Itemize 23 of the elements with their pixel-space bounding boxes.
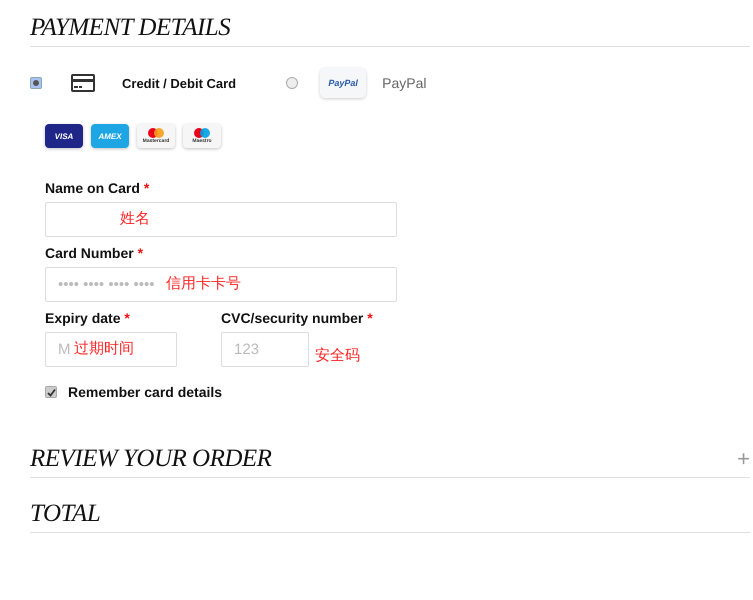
field-label: Name on Card * (45, 180, 150, 196)
annotation-text: 信用卡卡号 (166, 274, 241, 293)
amex-logo: AMEX (91, 124, 129, 148)
section-heading[interactable]: REVIEW YOUR ORDER (30, 445, 272, 473)
radio-button[interactable] (30, 77, 42, 89)
field-label: Expiry date * (45, 310, 131, 326)
checkbox[interactable] (45, 386, 57, 398)
payment-option-label[interactable]: PayPal (382, 75, 426, 91)
credit-card-icon (70, 73, 96, 93)
paypal-logo: PayPal (320, 68, 366, 98)
field-label: CVC/security number * (221, 310, 373, 326)
annotation-text: 姓名 (120, 209, 150, 228)
section-heading: TOTAL (30, 500, 100, 528)
visa-logo: VISA (45, 124, 83, 148)
input-field[interactable] (45, 202, 397, 237)
annotation-text: 安全码 (315, 346, 360, 365)
field-label: Card Number * (45, 245, 144, 261)
payment-option-label[interactable]: Credit / Debit Card (122, 76, 236, 90)
input-field[interactable]: 123 (221, 332, 309, 367)
radio-button[interactable] (286, 77, 298, 89)
annotation-text: 过期时间 (74, 339, 134, 358)
checkbox-label[interactable]: Remember card details (68, 384, 222, 400)
section-heading: PAYMENT DETAILS (30, 14, 230, 42)
